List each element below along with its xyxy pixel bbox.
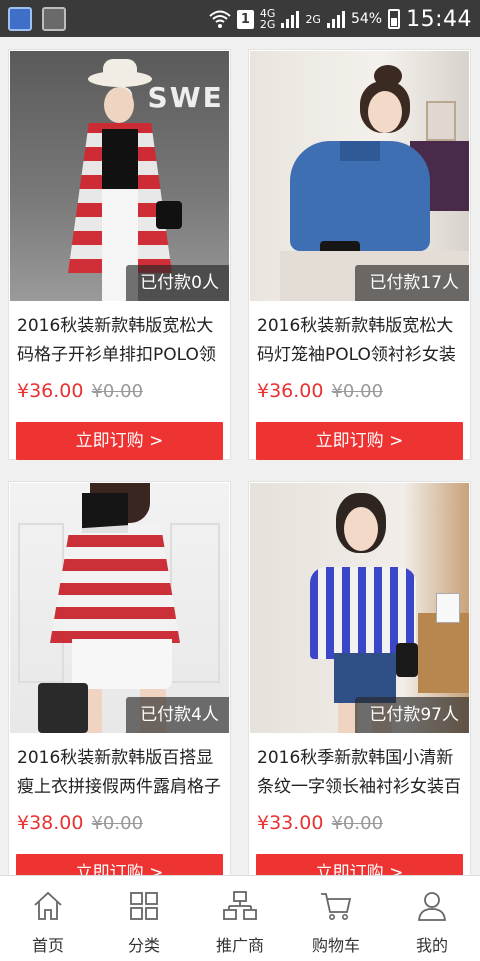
product-original-price: ¥0.00: [331, 813, 384, 834]
tab-home-label: 首页: [31, 936, 64, 955]
product-price: ¥33.00: [257, 812, 324, 834]
product-price: ¥36.00: [17, 380, 84, 402]
product-original-price: ¥0.00: [91, 813, 144, 834]
wifi-icon: [209, 10, 231, 28]
product-card[interactable]: 已付款4人 2016秋装新款韩版百搭显瘦上衣拼接假两件露肩格子 ¥38.00 ¥…: [8, 481, 231, 875]
clock: 15:44: [406, 6, 472, 32]
product-image[interactable]: 已付款17人: [250, 51, 469, 301]
app-notification-icon: [8, 7, 32, 31]
paid-count-badge: 已付款4人: [126, 697, 229, 733]
product-image[interactable]: O SWE 已付款0人: [10, 51, 229, 301]
battery-icon: [388, 9, 401, 29]
cart-icon: [321, 893, 352, 920]
product-original-price: ¥0.00: [331, 381, 384, 402]
image-notification-icon: [42, 7, 66, 31]
user-icon: [418, 892, 446, 921]
product-original-price: ¥0.00: [91, 381, 144, 402]
product-title[interactable]: 2016秋装新款韩版宽松大码格子开衫单排扣POLO领: [17, 312, 224, 370]
product-card[interactable]: O SWE 已付款0人 2016秋装新款韩版宽松大码格子开衫单排扣POLO领 ¥…: [8, 49, 231, 460]
signal-strength-icon: [281, 10, 300, 28]
product-card[interactable]: 已付款17人 2016秋装新款韩版宽松大码灯笼袖POLO领衬衫女装 ¥36.00…: [248, 49, 471, 460]
sim-slot-indicator: 1: [236, 9, 254, 29]
status-bar: 1 4G 2G 2G 54% 15:44: [0, 0, 480, 37]
tab-promoter[interactable]: 推广商: [192, 876, 288, 961]
bottom-tab-bar: 首页 分类 推广商 购物车 我的: [0, 875, 480, 961]
paid-count-badge: 已付款97人: [355, 697, 469, 733]
product-image[interactable]: 已付款97人: [250, 483, 469, 733]
tab-mine[interactable]: 我的: [384, 876, 480, 961]
tab-category-label: 分类: [127, 936, 160, 955]
battery-percent: 54%: [350, 11, 383, 27]
tab-category[interactable]: 分类: [96, 876, 192, 961]
buy-now-button[interactable]: 立即订购 >: [256, 422, 463, 460]
network-2g-label: 2G: [259, 18, 276, 31]
network-2g-secondary-label: 2G: [305, 12, 321, 26]
tab-promoter-label: 推广商: [215, 936, 264, 955]
tab-cart[interactable]: 购物车: [288, 876, 384, 961]
tab-cart-label: 购物车: [311, 936, 360, 955]
home-icon: [34, 891, 62, 920]
product-price: ¥36.00: [257, 380, 324, 402]
org-chart-icon: [223, 891, 257, 920]
tab-home[interactable]: 首页: [0, 876, 96, 961]
buy-now-button[interactable]: 立即订购 >: [256, 854, 463, 875]
product-title[interactable]: 2016秋装新款韩版宽松大码灯笼袖POLO领衬衫女装: [257, 312, 464, 370]
product-price: ¥38.00: [17, 812, 84, 834]
buy-now-button[interactable]: 立即订购 >: [16, 854, 223, 875]
paid-count-badge: 已付款17人: [355, 265, 469, 301]
product-title[interactable]: 2016秋装新款韩版百搭显瘦上衣拼接假两件露肩格子: [17, 744, 224, 802]
product-card[interactable]: 已付款97人 2016秋季新款韩国小清新条纹一字领长袖衬衫女装百 ¥33.00 …: [248, 481, 471, 875]
product-grid[interactable]: O SWE 已付款0人 2016秋装新款韩版宽松大码格子开衫单排扣POLO领 ¥…: [0, 37, 480, 875]
signal-strength-secondary-icon: [326, 10, 345, 28]
product-image[interactable]: 已付款4人: [10, 483, 229, 733]
buy-now-button[interactable]: 立即订购 >: [16, 422, 223, 460]
grid-icon: [130, 892, 158, 920]
tab-mine-label: 我的: [415, 936, 448, 955]
paid-count-badge: 已付款0人: [126, 265, 229, 301]
product-title[interactable]: 2016秋季新款韩国小清新条纹一字领长袖衬衫女装百: [257, 744, 464, 802]
